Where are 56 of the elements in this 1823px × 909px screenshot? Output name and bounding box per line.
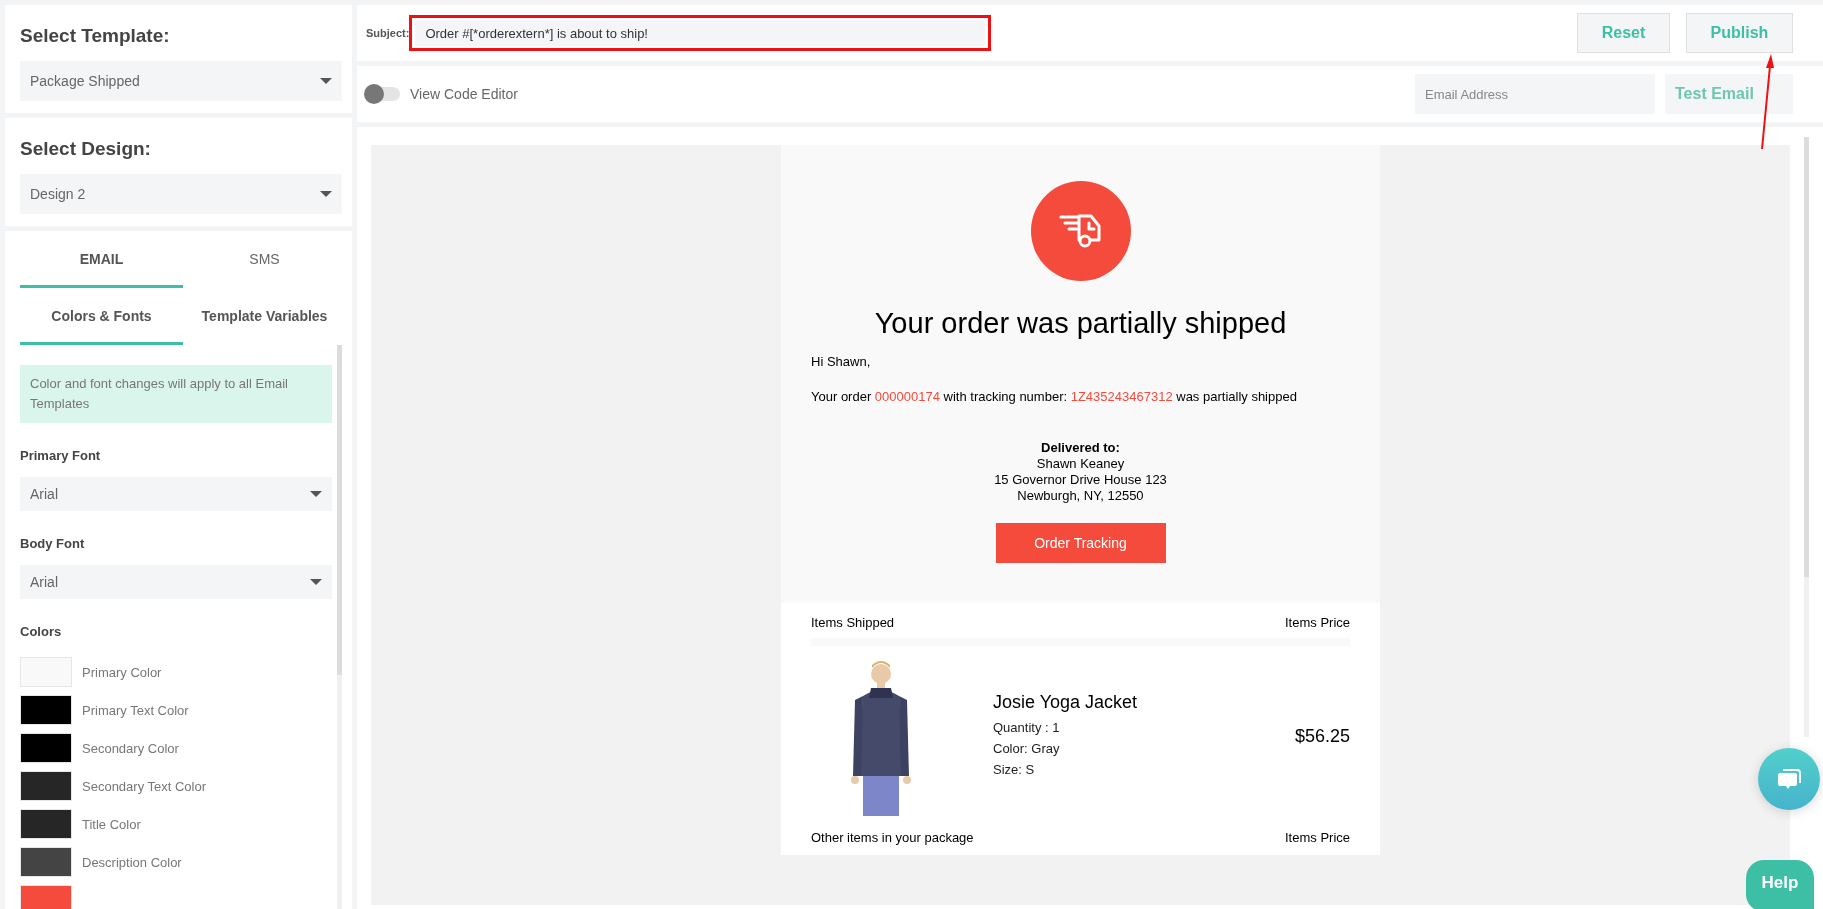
message-text: Your order 000000174 with tracking number: 1Z435243467312 was partially shipped	[811, 389, 1298, 404]
color-swatch[interactable]	[20, 847, 72, 877]
color-label: Description Color	[82, 854, 182, 870]
channel-tab[interactable]: EMAIL	[20, 231, 183, 288]
email-title: Your order was partially shipped	[874, 307, 1287, 340]
address-line: 15 Governor Drive House 123	[994, 472, 1167, 488]
section-tab[interactable]: Colors & Fonts	[20, 288, 183, 345]
section-heading: Select Template:	[20, 25, 171, 47]
scrollbar[interactable]	[1804, 137, 1809, 737]
color-label: Title Color	[82, 816, 141, 832]
template-select[interactable]: Package Shipped	[20, 61, 342, 101]
product-detail: Color: Gray	[993, 740, 1061, 758]
color-swatch[interactable]	[20, 733, 72, 763]
email-address-field[interactable]: Email Address	[1415, 74, 1655, 114]
info-notice: Color and font changes will apply to all Email Templates	[20, 365, 332, 423]
color-swatch[interactable]	[20, 695, 72, 725]
product-detail: Size: S	[993, 761, 1036, 779]
color-swatch[interactable]	[20, 657, 72, 687]
field-label: Body Font	[20, 536, 86, 551]
address-line: Shawn Keaney	[1035, 456, 1126, 472]
design-select[interactable]: Design 2	[20, 174, 342, 214]
column-heading: Items Price	[1285, 830, 1350, 845]
column-heading: Items Price	[1285, 615, 1350, 630]
section-tab[interactable]: Template Variables	[183, 288, 346, 345]
caret-icon	[310, 491, 322, 497]
greeting-text: Hi Shawn,	[811, 354, 872, 369]
color-label: Primary Color	[82, 664, 162, 680]
order-tracking-button[interactable]: Order Tracking	[995, 523, 1166, 563]
field-label: Colors	[20, 624, 63, 639]
color-label: Secondary Color	[82, 740, 179, 756]
toggle-switch[interactable]	[366, 87, 400, 101]
product-price: $56.25	[1294, 725, 1350, 747]
color-label: Primary Text Color	[82, 702, 189, 718]
font-select[interactable]: Arial	[20, 565, 332, 599]
color-swatch[interactable]	[20, 809, 72, 839]
scrollbar[interactable]	[337, 345, 342, 909]
column-heading: Other items in your package	[811, 830, 974, 845]
caret-icon	[320, 191, 332, 197]
delivered-heading: Delivered to:	[1040, 440, 1121, 456]
product-name: Josie Yoga Jacket	[993, 692, 1139, 713]
color-swatch[interactable]	[20, 885, 72, 909]
column-heading: Items Shipped	[811, 615, 895, 630]
channel-tab[interactable]: SMS	[183, 231, 346, 288]
toggle-label: View Code Editor	[410, 86, 518, 102]
caret-icon	[310, 579, 322, 585]
subject-field[interactable]: Order #[*orderextern*] is about to ship!	[415, 20, 986, 46]
section-heading: Select Design:	[20, 138, 152, 160]
subject-label: Subject:	[366, 27, 410, 39]
field-label: Primary Font	[20, 448, 102, 463]
font-select[interactable]: Arial	[20, 477, 332, 511]
product-detail: Quantity : 1	[993, 719, 1061, 737]
address-line: Newburgh, NY, 12550	[1016, 488, 1145, 504]
caret-icon	[320, 78, 332, 84]
truck-icon	[1030, 181, 1131, 281]
color-label: Secondary Text Color	[82, 778, 207, 794]
color-swatch[interactable]	[20, 771, 72, 801]
